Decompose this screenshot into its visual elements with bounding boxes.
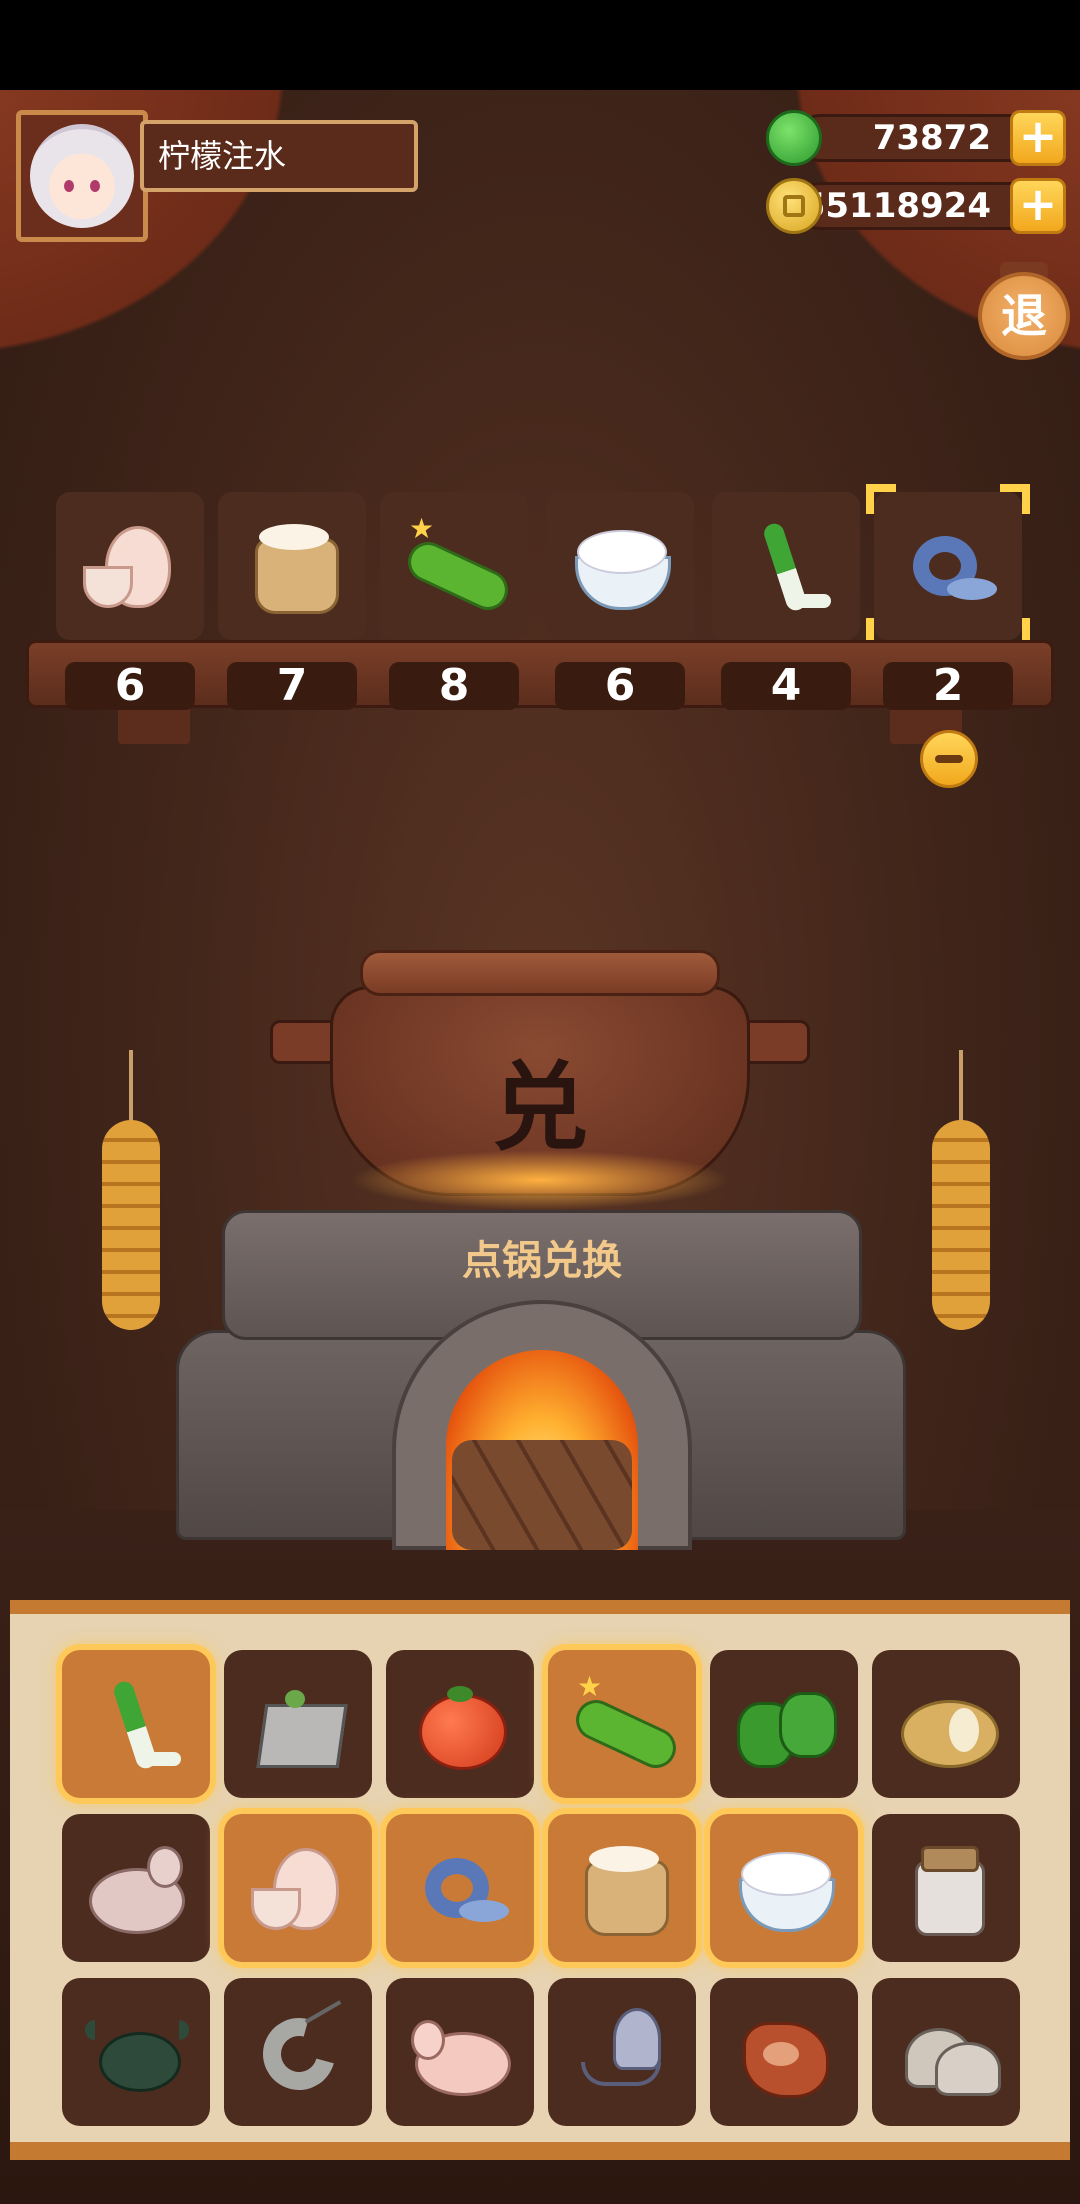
- inventory-item-potato[interactable]: [872, 1650, 1020, 1798]
- leek-icon: [731, 516, 841, 616]
- inventory-item-shrimp[interactable]: [224, 1978, 372, 2126]
- player-name: 柠檬注水: [140, 120, 418, 192]
- leek-icon: [81, 1674, 191, 1774]
- shrimp-icon: [243, 2002, 353, 2102]
- chef-girl-avatar-icon: [30, 124, 134, 228]
- exchange-slot-rice[interactable]: [546, 492, 694, 640]
- rice-icon: [565, 516, 675, 616]
- egg-icon: [243, 1838, 353, 1938]
- duck-icon: [405, 2002, 515, 2102]
- hanging-corn-right: [926, 1050, 996, 1330]
- clam-icon: [891, 2002, 1001, 2102]
- inventory-item-jar[interactable]: [872, 1814, 1020, 1962]
- inventory-item-flour[interactable]: [548, 1814, 696, 1962]
- squid-icon: [567, 2002, 677, 2102]
- inventory-item-leek[interactable]: [62, 1650, 210, 1798]
- flour-icon: [237, 516, 347, 616]
- slot-count: 7: [227, 662, 357, 710]
- inventory-item-crab[interactable]: [62, 1978, 210, 2126]
- crab-icon: [81, 2002, 191, 2102]
- exchange-slot-egg[interactable]: [56, 492, 204, 640]
- inventory-item-pepper[interactable]: [710, 1650, 858, 1798]
- exit-button[interactable]: 退: [978, 262, 1070, 370]
- gold-coin-icon: [766, 178, 822, 234]
- inventory-item-tofu[interactable]: [224, 1650, 372, 1798]
- firewood-icon: [452, 1440, 632, 1550]
- meat-icon: [729, 2002, 839, 2102]
- pot-rim: [360, 950, 720, 996]
- inventory-item-tomato[interactable]: [386, 1650, 534, 1798]
- player-avatar[interactable]: [16, 110, 148, 242]
- gold-currency: 55118924 +: [766, 178, 1066, 234]
- slot-count: 6: [65, 662, 195, 710]
- inventory-item-egg[interactable]: [224, 1814, 372, 1962]
- exchange-slot-leek[interactable]: [712, 492, 860, 640]
- exchange-pot[interactable]: 兑: [270, 950, 810, 1220]
- inventory-item-chicken[interactable]: [62, 1814, 210, 1962]
- jade-amount: 73872: [796, 114, 1036, 162]
- inventory-item-duck[interactable]: [386, 1978, 534, 2126]
- exchange-hint-label: 点锅兑换: [462, 1238, 622, 1284]
- jade-coin-icon: [766, 110, 822, 166]
- inventory-item-meat[interactable]: [710, 1978, 858, 2126]
- tomato-icon: [405, 1674, 515, 1774]
- jar-icon: [891, 1838, 1001, 1938]
- pot-glyph: 兑: [492, 1052, 588, 1164]
- selection-brackets: [866, 484, 1030, 648]
- inventory-item-rice[interactable]: [710, 1814, 858, 1962]
- pot-glow: [350, 1150, 730, 1210]
- remove-ingredient-button[interactable]: [920, 730, 978, 788]
- potato-icon: [891, 1674, 1001, 1774]
- slot-count: 6: [555, 662, 685, 710]
- slot-count: 8: [389, 662, 519, 710]
- gold-amount: 55118924: [796, 182, 1036, 230]
- inventory-item-squid[interactable]: [548, 1978, 696, 2126]
- ingredient-inventory: [10, 1600, 1070, 2160]
- slot-count: 2: [883, 662, 1013, 710]
- inventory-item-cucumber[interactable]: [548, 1650, 696, 1798]
- exchange-slot-flour[interactable]: [218, 492, 366, 640]
- exchange-slot-cucumber[interactable]: [380, 492, 528, 640]
- egg-icon: [75, 516, 185, 616]
- cucumber-icon: [567, 1670, 677, 1774]
- tofu-icon: [243, 1674, 353, 1774]
- jade-currency: 73872 +: [766, 110, 1066, 166]
- chicken-icon: [81, 1838, 191, 1938]
- cucumber-icon: [399, 512, 509, 616]
- flour-icon: [567, 1838, 677, 1938]
- slot-count: 4: [721, 662, 851, 710]
- add-gold-button[interactable]: +: [1010, 178, 1066, 234]
- add-jade-button[interactable]: +: [1010, 110, 1066, 166]
- pepper-icon: [729, 1674, 839, 1774]
- inventory-item-fish[interactable]: [386, 1814, 534, 1962]
- inventory-item-clam[interactable]: [872, 1978, 1020, 2126]
- hanging-corn-left: [96, 1050, 166, 1330]
- exit-label: 退: [978, 272, 1070, 360]
- rice-icon: [729, 1838, 839, 1938]
- fish-icon: [405, 1838, 515, 1938]
